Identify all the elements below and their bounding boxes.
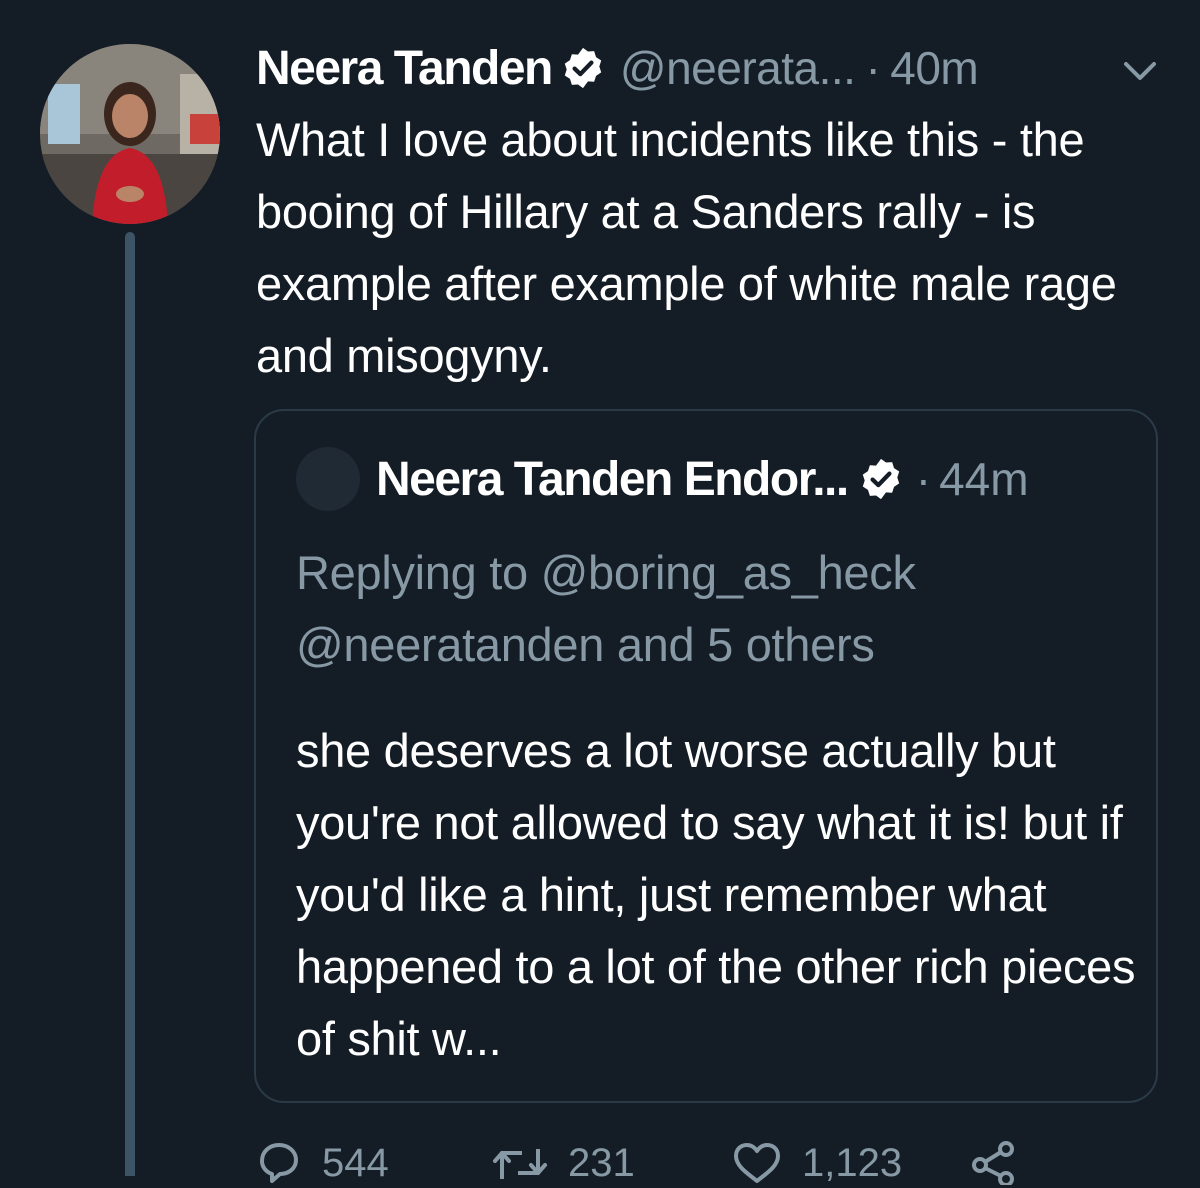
heart-icon bbox=[734, 1143, 780, 1183]
tweet-actions: 544 231 1,123 bbox=[256, 1138, 1176, 1188]
verified-badge-icon bbox=[560, 45, 606, 91]
share-button[interactable] bbox=[970, 1138, 1018, 1188]
tweet-header: Neera Tanden @neerata... · 40m bbox=[256, 36, 979, 100]
author-name[interactable]: Neera Tanden bbox=[256, 41, 553, 96]
chevron-down-icon[interactable] bbox=[1118, 56, 1162, 86]
quoted-tweet-text: she deserves a lot worse actually but yo… bbox=[296, 724, 1136, 1065]
tweet-timestamp[interactable]: 40m bbox=[890, 41, 978, 95]
reply-button[interactable]: 544 bbox=[256, 1138, 389, 1188]
quoted-tweet-timestamp[interactable]: 44m bbox=[939, 452, 1028, 506]
separator-dot: · bbox=[915, 453, 932, 505]
reply-icon bbox=[260, 1143, 298, 1183]
thread-line bbox=[125, 232, 135, 1176]
avatar-photo bbox=[40, 44, 220, 224]
tweet-text: What I love about incidents like this - … bbox=[256, 113, 1117, 382]
reply-count: 544 bbox=[322, 1140, 389, 1185]
quoted-tweet[interactable]: Neera Tanden Endor... · 44m Replying to … bbox=[254, 409, 1158, 1103]
verified-badge-icon bbox=[858, 456, 904, 502]
author-handle[interactable]: @neerata... bbox=[620, 41, 856, 95]
author-avatar[interactable] bbox=[40, 44, 220, 224]
like-button[interactable]: 1,123 bbox=[732, 1138, 902, 1188]
retweet-icon bbox=[493, 1149, 547, 1179]
quoted-author-avatar[interactable] bbox=[296, 447, 360, 511]
retweet-button[interactable]: 231 bbox=[492, 1138, 635, 1188]
like-count: 1,123 bbox=[802, 1140, 903, 1185]
separator-dot: · bbox=[865, 42, 881, 94]
share-icon bbox=[972, 1141, 1014, 1185]
replying-to[interactable]: Replying to @boring_as_heck @neeratanden… bbox=[296, 537, 1136, 681]
tweet[interactable]: Neera Tanden @neerata... · 40m What I lo… bbox=[0, 0, 1200, 1185]
quoted-tweet-header: Neera Tanden Endor... · 44m bbox=[296, 447, 1029, 511]
retweet-count: 231 bbox=[568, 1140, 635, 1185]
quoted-author-name[interactable]: Neera Tanden Endor... bbox=[376, 452, 849, 507]
